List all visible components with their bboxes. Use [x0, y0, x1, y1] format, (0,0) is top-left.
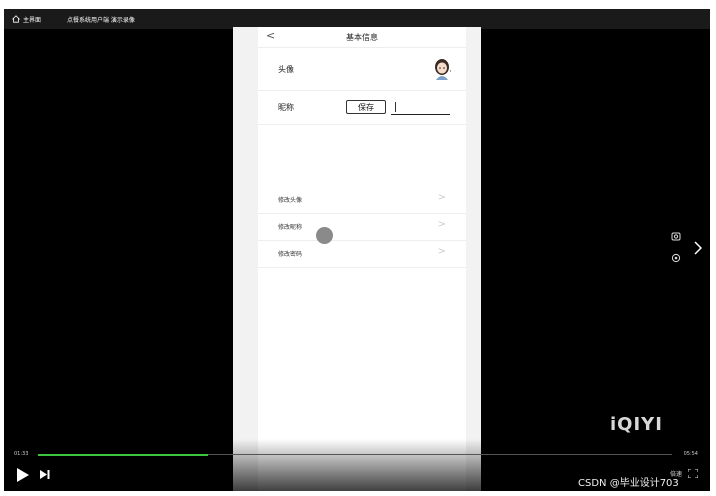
menu-item-change-password[interactable]: 修改密码 >	[258, 240, 466, 268]
save-button[interactable]: 保存	[346, 100, 386, 114]
menu-item-change-avatar[interactable]: 修改头像 >	[258, 186, 466, 214]
next-icon[interactable]	[40, 470, 50, 479]
side-tools	[671, 231, 685, 275]
menu-item-label: 修改昵称	[278, 224, 303, 231]
current-time: 01:33	[14, 451, 29, 457]
chevron-right-icon: >	[437, 246, 446, 257]
player-topbar: 主界面 点餐系统用户端 演示录像	[4, 9, 710, 29]
touch-indicator	[316, 227, 333, 244]
avatar-icon	[435, 59, 452, 80]
camera-icon[interactable]	[671, 231, 681, 241]
progress-fill	[38, 453, 208, 456]
location-icon[interactable]	[671, 253, 681, 263]
text-caret	[395, 102, 396, 112]
nickname-label: 昵称	[278, 103, 294, 112]
home-link[interactable]: 主界面	[12, 15, 41, 24]
nickname-input[interactable]	[391, 100, 450, 115]
menu-item-label: 修改头像	[278, 197, 303, 204]
menu-item-label: 修改密码	[278, 251, 303, 258]
progress-bar[interactable]	[38, 453, 672, 456]
avatar-label: 头像	[278, 65, 294, 74]
menu-item-change-nickname[interactable]: 修改昵称 >	[258, 213, 466, 241]
nav-bar: < 基本信息	[258, 27, 466, 48]
phone-screen: < 基本信息 头像 昵称 保存 修改头像 > 修改昵称 > 修改密码 >	[233, 27, 481, 491]
video-title: 点餐系统用户端 演示录像	[67, 16, 135, 24]
home-icon	[12, 15, 20, 23]
play-icon[interactable]	[16, 468, 30, 482]
home-label: 主界面	[23, 16, 42, 24]
page-title: 基本信息	[346, 33, 378, 42]
video-player-window: 主界面 点餐系统用户端 演示录像 < 基本信息 头像 昵称 保存 修改头像 > …	[0, 0, 716, 496]
nickname-row: 昵称 保存	[258, 91, 466, 125]
chevron-right-icon: >	[437, 192, 446, 203]
watermark-logo: iQIYI	[610, 414, 663, 435]
fullscreen-icon[interactable]	[688, 469, 698, 478]
avatar-row[interactable]: 头像	[258, 48, 466, 91]
video-player[interactable]: 主界面 点餐系统用户端 演示录像 < 基本信息 头像 昵称 保存 修改头像 > …	[4, 9, 710, 491]
total-time: 05:54	[683, 451, 698, 457]
csdn-watermark: CSDN @毕业设计703	[578, 478, 679, 489]
profile-panel: < 基本信息 头像 昵称 保存 修改头像 > 修改昵称 > 修改密码 >	[258, 27, 466, 491]
chevron-right-icon: >	[437, 219, 446, 230]
next-arrow-icon[interactable]	[694, 241, 702, 255]
